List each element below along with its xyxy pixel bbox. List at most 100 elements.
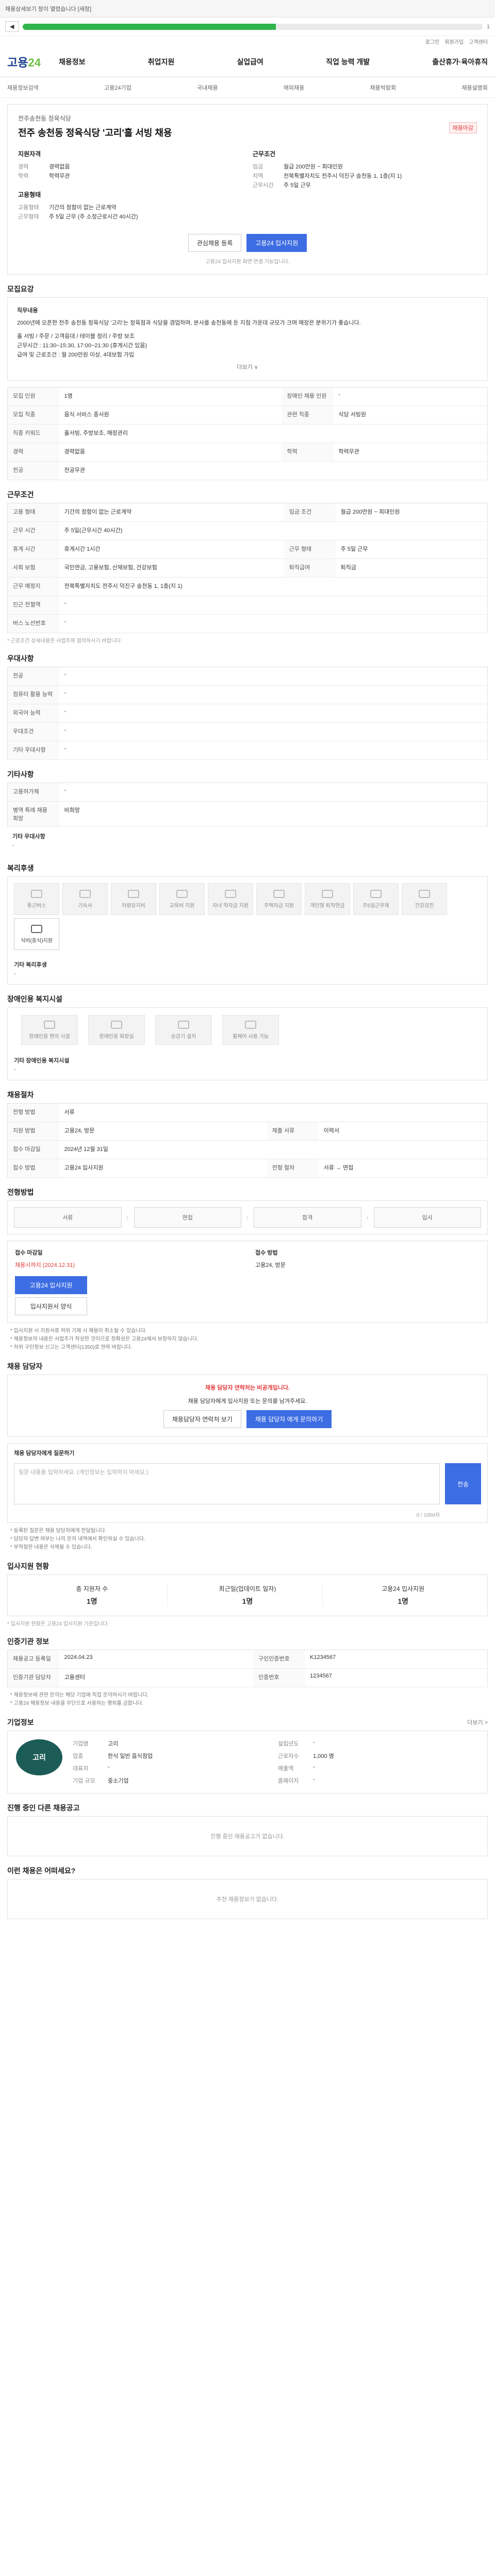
status-badge: 채용마감 — [449, 122, 477, 133]
progress-bar — [23, 23, 483, 30]
subnav-item-company[interactable]: 고용24기업 — [104, 83, 131, 92]
process-step: 입사 — [373, 1207, 481, 1228]
welfare-icon — [273, 889, 285, 898]
table-key: 우대조건 — [7, 722, 59, 741]
stat-label: 고용24 입사지원 — [382, 1585, 425, 1592]
summary-left2-head: 고용형태 — [18, 191, 41, 198]
util-help-link[interactable]: 고객센터 — [469, 38, 488, 45]
contact-view-button[interactable]: 채용담당자 연락처 보기 — [163, 1410, 241, 1428]
apply-method-value: 고용24, 방문 — [255, 1262, 286, 1268]
select-title: 채용절차 — [7, 1087, 488, 1103]
disab-grid: 장애인용 편의 시설 장애인용 화장실 승강기 설치 휠체어 사용 가능 — [8, 1008, 487, 1052]
progress-fill — [23, 23, 276, 30]
table-row: 경력 경력없음 학력 학력무관 — [7, 443, 488, 462]
table-key: 직종 키워드 — [7, 424, 59, 443]
stats-note: * 입사지원 현황은 고용24 입사지원 기준입니다. — [7, 1621, 109, 1627]
apply-form-button[interactable]: 입사지원서 양식 — [15, 1297, 87, 1315]
company-key: 기업명 — [73, 1741, 89, 1747]
scrap-button[interactable]: 관심채용 등록 — [188, 234, 242, 252]
summary-value: 전북특별자치도 전주시 덕진구 송천동 1, 1층(지 1) — [284, 173, 402, 179]
summary-value: 주 5일 근무 (주 소정근로시간 40시간) — [49, 214, 138, 220]
company-title: 기업정보 더보기 > — [7, 1714, 488, 1731]
toolbar-back-button[interactable]: ◀ — [5, 21, 19, 32]
disab-title-text: 장애인용 복지시설 — [7, 995, 62, 1003]
utility-links: 로그인 회원가입 고객센터 — [0, 36, 495, 46]
stats-title: 입사지원 현황 — [7, 1558, 488, 1574]
apply-online-button[interactable]: 고용24 입사지원 — [15, 1276, 87, 1294]
summary-key: 지역 — [253, 173, 263, 179]
table-row: 인증기관 담당자 고용센터 인증번호 1234567 — [7, 1668, 488, 1687]
stats-title-text: 입사지원 현황 — [7, 1562, 50, 1570]
apply-note: * 채용정보의 내용은 사업주가 작성한 것이므로 정확성은 고용24에서 보장… — [10, 1336, 199, 1342]
disab-section: 장애인용 복지시설 장애인용 편의 시설 장애인용 화장실 승강기 설치 휠체어 사용… — [7, 991, 488, 1080]
table-row: 모집 인원 1명 장애인 채용 인원 - — [7, 387, 488, 406]
contact-title-text: 채용 담당자 — [7, 1362, 43, 1370]
subnav-item-overseas[interactable]: 해외채용 — [284, 83, 304, 92]
company-info: 기업명 고리 설립년도 - 업종 한식 일반 음식점업 근로자수 1,000 명 대표자 - 매출액… — [73, 1739, 479, 1785]
table-value: 이력서 — [318, 1122, 488, 1141]
disab-item: 장애인용 화장실 — [88, 1015, 145, 1045]
contact-text: 채용 담당자에게 입사지원 또는 문의를 남겨주세요. — [188, 1398, 307, 1404]
table-value: - — [59, 741, 488, 760]
subnav-item-domestic[interactable]: 국내채용 — [197, 83, 218, 92]
gnb-item-jobs[interactable]: 채용정보 — [59, 57, 86, 67]
welfare-label: 자녀 학자금 지원 — [212, 903, 249, 909]
site-logo[interactable]: 고용24 — [7, 54, 48, 70]
table-row: 우대조건 - — [7, 722, 488, 741]
etc-section: 기타사항 고용허가제 - 병역 특례 채용 희망 비희망 기타 우대사항 - — [7, 766, 488, 854]
table-value: 월급 200만원 ~ 최대인원 — [335, 503, 488, 522]
summary-value: 경력없음 — [49, 164, 70, 170]
company-more-link[interactable]: 더보기 > — [467, 1718, 488, 1726]
subnav-item-fair[interactable]: 채용박람회 — [370, 83, 396, 92]
apply-button[interactable]: 고용24 입사지원 — [246, 234, 307, 252]
description-text-3: 근무시간 : 11:30~15:30, 17:00~21:30 (휴게시간 있음… — [17, 343, 147, 349]
table-key: 버스 노선번호 — [7, 614, 59, 633]
description-more-button[interactable]: 더보기 ∨ — [17, 363, 478, 372]
util-login-link[interactable]: 로그인 — [425, 38, 440, 45]
table-key: 장애인 채용 인원 — [282, 387, 334, 406]
table-row: 컴퓨터 활용 능력 - — [7, 685, 488, 704]
inquiry-textarea[interactable]: 질문 내용을 입력하세요. (개인정보는 입력하지 마세요.) — [14, 1463, 440, 1504]
summary-row: 고용형태 기간의 정함이 없는 근로계약 — [18, 203, 242, 212]
company-value: 한식 일반 음식점업 — [108, 1753, 153, 1759]
apply-col-deadline: 접수 마감일 채용시까지 (2024.12.31) 고용24 입사지원 입사지원… — [15, 1248, 240, 1315]
subnav-item-search[interactable]: 채용정보검색 — [7, 83, 39, 92]
util-join-link[interactable]: 회원가입 — [444, 38, 464, 45]
inquiry-box: 채용 담당자에게 질문하기 질문 내용을 입력하세요. (개인정보는 입력하지 … — [7, 1443, 488, 1523]
gnb-item-benefit[interactable]: 실업급여 — [237, 57, 263, 67]
table-value: 서류 — [59, 1103, 488, 1122]
select-section: 채용절차 전형 방법 서류 지원 방법 고용24, 방문 제출 서류 이력서 접수 마감일 2… — [7, 1087, 488, 1178]
etc-table: 고용허가제 - 병역 특례 채용 희망 비희망 — [7, 783, 488, 827]
stat-value: 1명 — [398, 1597, 409, 1605]
welfare-item: 주5일근무제 — [353, 883, 399, 915]
table-row: 전공 전공무관 — [7, 461, 488, 480]
table-key: 전형 방법 — [7, 1103, 59, 1122]
welfare-item: 건강검진 — [402, 883, 447, 915]
contact-ask-button[interactable]: 채용 담당자 에게 문의하기 — [246, 1410, 332, 1428]
summary-row: 경력 경력없음 — [18, 162, 242, 172]
table-row: 근무 시간 주 5일(근무시간 40시간) — [7, 521, 488, 540]
gnb-item-leave[interactable]: 출산휴가·육아휴직 — [432, 57, 488, 67]
apply-deadline-label: 접수 마감일 — [15, 1250, 43, 1256]
subnav-item-briefing[interactable]: 채용설명회 — [461, 83, 488, 92]
company-value: 중소기업 — [108, 1778, 129, 1784]
gnb-item-training[interactable]: 직업 능력 개발 — [326, 57, 370, 67]
table-row: 외국어 능력 - — [7, 704, 488, 723]
table-value: K1234567 — [305, 1650, 488, 1669]
table-value: 2024년 12월 31일 — [59, 1140, 488, 1159]
table-value: 홀서빙, 주방보조, 매장관리 — [59, 424, 488, 443]
welfare-item: 주택자금 지원 — [256, 883, 302, 915]
table-row: 인근 전철역 - — [7, 596, 488, 615]
info-note: * 채용정보에 관한 문의는 해당 기업에 직접 문의하시기 바랍니다. — [10, 1692, 149, 1698]
other-title: 진행 중인 다른 채용공고 — [7, 1800, 488, 1816]
logo-sub: 24 — [28, 56, 41, 69]
process-title: 전형방법 — [7, 1184, 488, 1200]
inquiry-send-button[interactable]: 전송 — [445, 1463, 481, 1504]
recommend-section: 이런 채용은 어떠세요? 추천 채용정보가 없습니다. — [7, 1862, 488, 1919]
description-text-2: 홀 서빙 / 주문 / 고객응대 / 테이블 정리 / 주방 보조 — [17, 333, 135, 340]
summary-key: 학력 — [18, 173, 29, 179]
apply-deadline-value: 채용시까지 (2024.12.31) — [15, 1262, 75, 1268]
gnb-item-support[interactable]: 취업지원 — [148, 57, 175, 67]
arrow-right-icon: › — [126, 1214, 129, 1221]
table-value: 비희망 — [59, 801, 488, 827]
